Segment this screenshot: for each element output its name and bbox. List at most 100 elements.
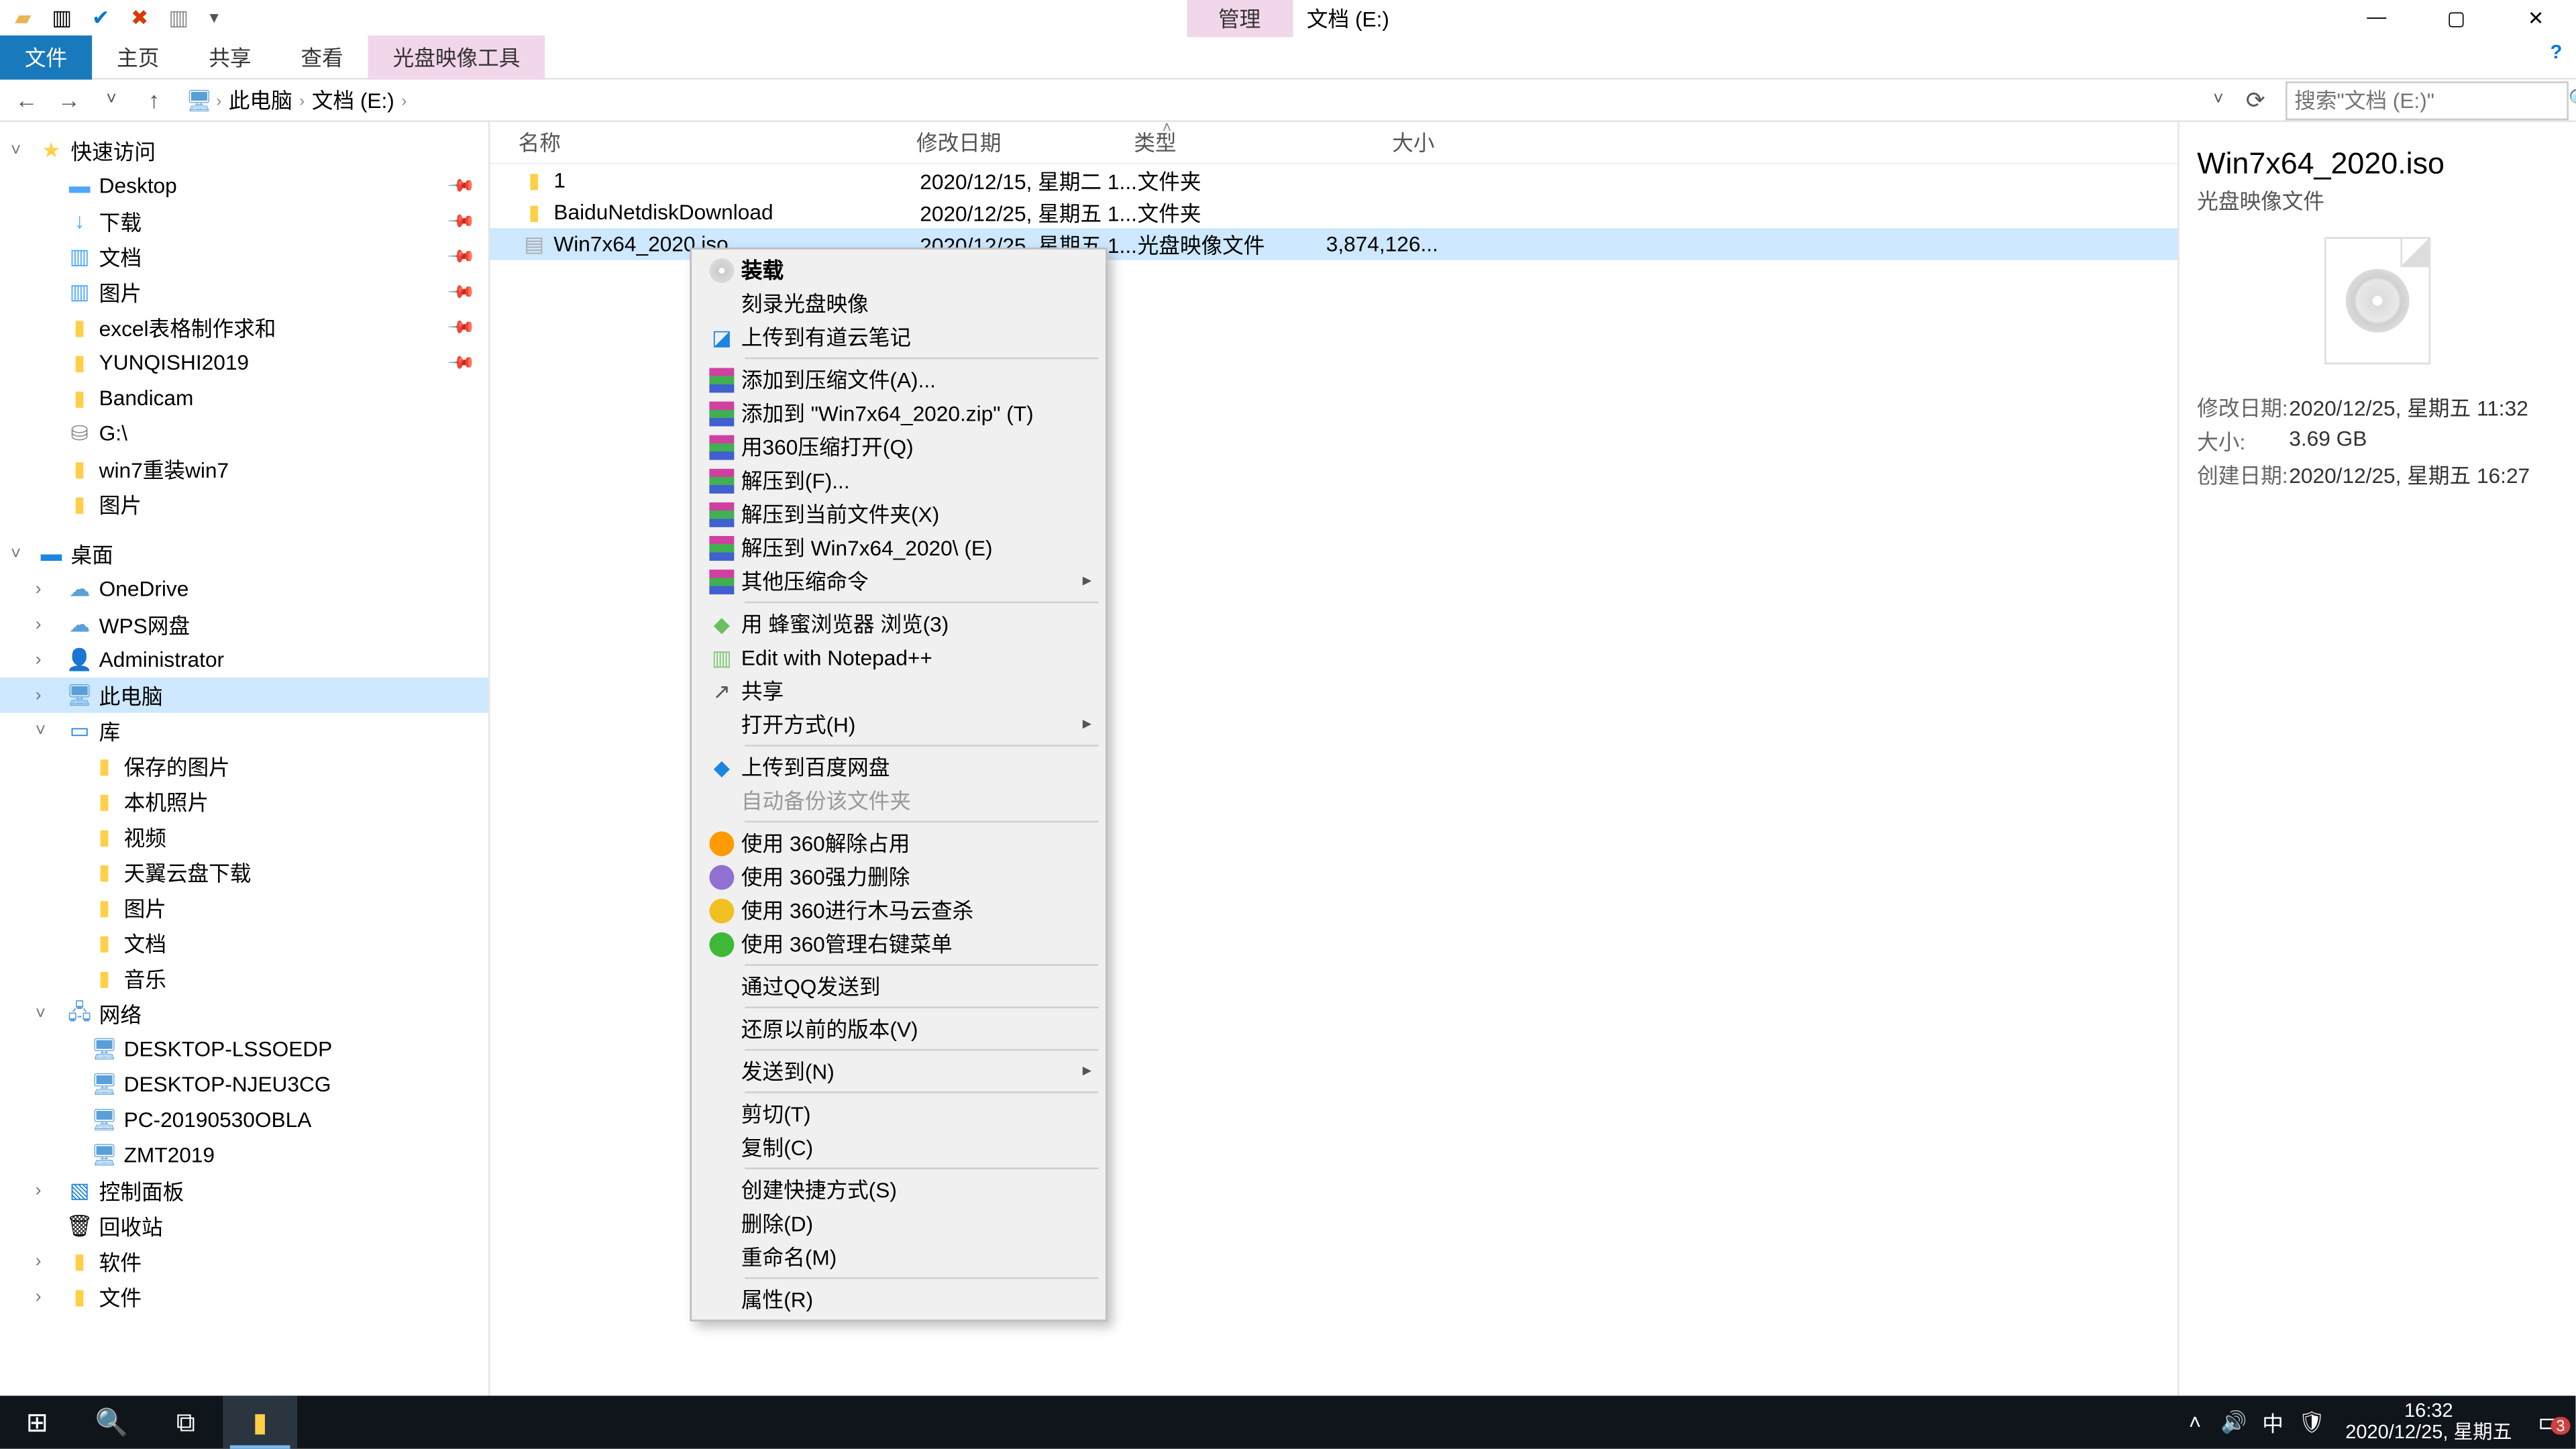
tree-item[interactable]: ▥图片📌	[0, 274, 488, 310]
volume-icon[interactable]: 🔊	[2214, 1410, 2253, 1435]
tree-item[interactable]: ▮视频	[0, 819, 488, 855]
breadcrumb-segment[interactable]: 文档 (E:)	[312, 85, 394, 115]
column-name[interactable]: 名称	[519, 127, 916, 158]
ctx-360-delete[interactable]: 使用 360强力删除	[695, 860, 1102, 894]
ctx-open-with[interactable]: 打开方式(H)▸	[695, 708, 1102, 741]
ctx-extract-name[interactable]: 解压到 Win7x64_2020\ (E)	[695, 531, 1102, 564]
qat-item[interactable]: ▥	[46, 2, 78, 34]
ctx-baidu[interactable]: ◆上传到百度网盘	[695, 750, 1102, 784]
expand-icon[interactable]: ›	[36, 1287, 57, 1306]
column-size[interactable]: 大小	[1311, 127, 1449, 158]
chevron-right-icon[interactable]: ›	[299, 91, 305, 109]
tree-item[interactable]: ▮excel表格制作求和📌	[0, 309, 488, 345]
expand-icon[interactable]: ›	[36, 650, 57, 669]
tree-item[interactable]: ▮图片	[0, 486, 488, 522]
tree-item[interactable]: ▮文档	[0, 925, 488, 961]
ctx-qq-send[interactable]: 通过QQ发送到	[695, 969, 1102, 1003]
ctx-other-archive[interactable]: 其他压缩命令▸	[695, 564, 1102, 598]
start-button[interactable]: ⊞	[0, 1396, 74, 1449]
tree-item[interactable]: 🖥DESKTOP-LSSOEDP	[0, 1031, 488, 1067]
tree-item[interactable]: ⛁G:\	[0, 416, 488, 451]
nav-recent-button[interactable]: ˅	[92, 83, 131, 118]
help-button[interactable]: ?	[2536, 36, 2575, 71]
nav-up-button[interactable]: ↑	[134, 83, 173, 118]
tree-item[interactable]: ›☁OneDrive	[0, 572, 488, 607]
ctx-hbrowser[interactable]: ◆用 蜂蜜浏览器 浏览(3)	[695, 606, 1102, 640]
expand-icon[interactable]: ˅	[36, 1004, 57, 1023]
ctx-youdao[interactable]: ◪上传到有道云笔记	[695, 320, 1102, 354]
tab-view[interactable]: 查看	[276, 34, 368, 78]
ctx-360-unlock[interactable]: 使用 360解除占用	[695, 826, 1102, 859]
tab-home[interactable]: 主页	[92, 34, 184, 78]
maximize-button[interactable]: ▢	[2416, 0, 2496, 36]
taskbar-explorer[interactable]: ▮	[223, 1396, 297, 1449]
ctx-archive-add[interactable]: 添加到压缩文件(A)...	[695, 363, 1102, 396]
ctx-shortcut[interactable]: 创建快捷方式(S)	[695, 1173, 1102, 1206]
ctx-copy[interactable]: 复制(C)	[695, 1130, 1102, 1164]
refresh-button[interactable]: ⟳	[2236, 83, 2275, 118]
tree-item[interactable]: ›▮软件	[0, 1244, 488, 1279]
tab-share[interactable]: 共享	[184, 34, 276, 78]
ctx-extract-here[interactable]: 解压到当前文件夹(X)	[695, 497, 1102, 531]
tab-iso-tools[interactable]: 光盘映像工具	[368, 34, 545, 78]
tree-item[interactable]: ▮Bandicam	[0, 380, 488, 416]
tree-item[interactable]: ˅▭库	[0, 713, 488, 749]
ctx-restore[interactable]: 还原以前的版本(V)	[695, 1012, 1102, 1045]
column-type[interactable]: 类型	[1134, 127, 1311, 158]
tree-item[interactable]: ▮图片	[0, 890, 488, 925]
minimize-button[interactable]: —	[2337, 0, 2416, 36]
expand-icon[interactable]: ›	[36, 614, 57, 634]
ctx-360-scan[interactable]: 使用 360进行木马云查杀	[695, 894, 1102, 927]
search-icon[interactable]: 🔍	[2569, 89, 2576, 111]
tab-file[interactable]: 文件	[0, 34, 92, 78]
file-row[interactable]: ▮ BaiduNetdiskDownload 2020/12/25, 星期五 1…	[490, 197, 2178, 228]
tree-quick-access[interactable]: ˅★快速访问	[0, 133, 488, 168]
expand-icon[interactable]: ›	[36, 1252, 57, 1271]
chevron-right-icon[interactable]: ›	[216, 91, 221, 109]
tree-item[interactable]: ›▮文件	[0, 1279, 488, 1315]
qat-dropdown-icon[interactable]: ▾	[202, 2, 227, 34]
ctx-extract[interactable]: 解压到(F)...	[695, 464, 1102, 497]
tree-item[interactable]: ▥文档📌	[0, 239, 488, 274]
qat-delete-icon[interactable]: ✖	[124, 2, 156, 34]
nav-back-button[interactable]: ←	[7, 83, 46, 118]
security-icon[interactable]: 🛡	[2292, 1410, 2331, 1435]
tree-item-this-pc[interactable]: ›🖥此电脑	[0, 678, 488, 713]
ctx-burn[interactable]: 刻录光盘映像	[695, 286, 1102, 320]
ctx-360-manage[interactable]: 使用 360管理右键菜单	[695, 927, 1102, 961]
tree-item[interactable]: ▮win7重装win7	[0, 451, 488, 486]
ctx-properties[interactable]: 属性(R)	[695, 1283, 1102, 1316]
tree-item[interactable]: ›☁WPS网盘	[0, 606, 488, 642]
tree-item[interactable]: ▬Desktop📌	[0, 168, 488, 204]
tree-item[interactable]: 🖥ZMT2019	[0, 1138, 488, 1173]
expand-icon[interactable]: ˅	[36, 721, 57, 741]
address-history-dropdown[interactable]: ˅	[2204, 90, 2233, 109]
address-bar[interactable]: 🖥 › 此电脑 › 文档 (E:) ›	[177, 80, 2194, 119]
tree-item[interactable]: 🗑回收站	[0, 1208, 488, 1244]
expand-icon[interactable]: ›	[36, 686, 57, 705]
tree-item[interactable]: ›👤Administrator	[0, 642, 488, 678]
expand-icon[interactable]: ˅	[11, 141, 32, 160]
expand-icon[interactable]: ˅	[11, 544, 32, 564]
tree-item[interactable]: ›▧控制面板	[0, 1173, 488, 1208]
tree-item[interactable]: ▮音乐	[0, 961, 488, 996]
qat-properties-icon[interactable]: ✔	[85, 2, 117, 34]
qat-newfolder-icon[interactable]: ▥	[163, 2, 195, 34]
ctx-share[interactable]: ↗共享	[695, 674, 1102, 708]
tree-item[interactable]: ▮YUNQISHI2019📌	[0, 345, 488, 380]
expand-icon[interactable]: ›	[36, 1181, 57, 1200]
close-button[interactable]: ✕	[2496, 0, 2576, 36]
expand-icon[interactable]: ›	[36, 580, 57, 599]
search-input[interactable]	[2294, 88, 2569, 113]
tree-item[interactable]: ▮本机照片	[0, 784, 488, 819]
ctx-archive-open[interactable]: 用360压缩打开(Q)	[695, 430, 1102, 464]
task-view-button[interactable]: ⧉	[149, 1396, 223, 1449]
tray-overflow-icon[interactable]: ˄	[2176, 1410, 2214, 1435]
notification-button[interactable]: ▭3	[2526, 1405, 2576, 1440]
column-date[interactable]: 修改日期	[916, 127, 1134, 158]
ctx-archive-addto[interactable]: 添加到 "Win7x64_2020.zip" (T)	[695, 396, 1102, 430]
file-row[interactable]: ▮ 1 2020/12/15, 星期二 1... 文件夹	[490, 164, 2178, 196]
tree-item[interactable]: 🖥DESKTOP-NJEU3CG	[0, 1067, 488, 1102]
ctx-notepad[interactable]: ▥Edit with Notepad++	[695, 641, 1102, 674]
ime-indicator[interactable]: 中	[2253, 1407, 2292, 1438]
